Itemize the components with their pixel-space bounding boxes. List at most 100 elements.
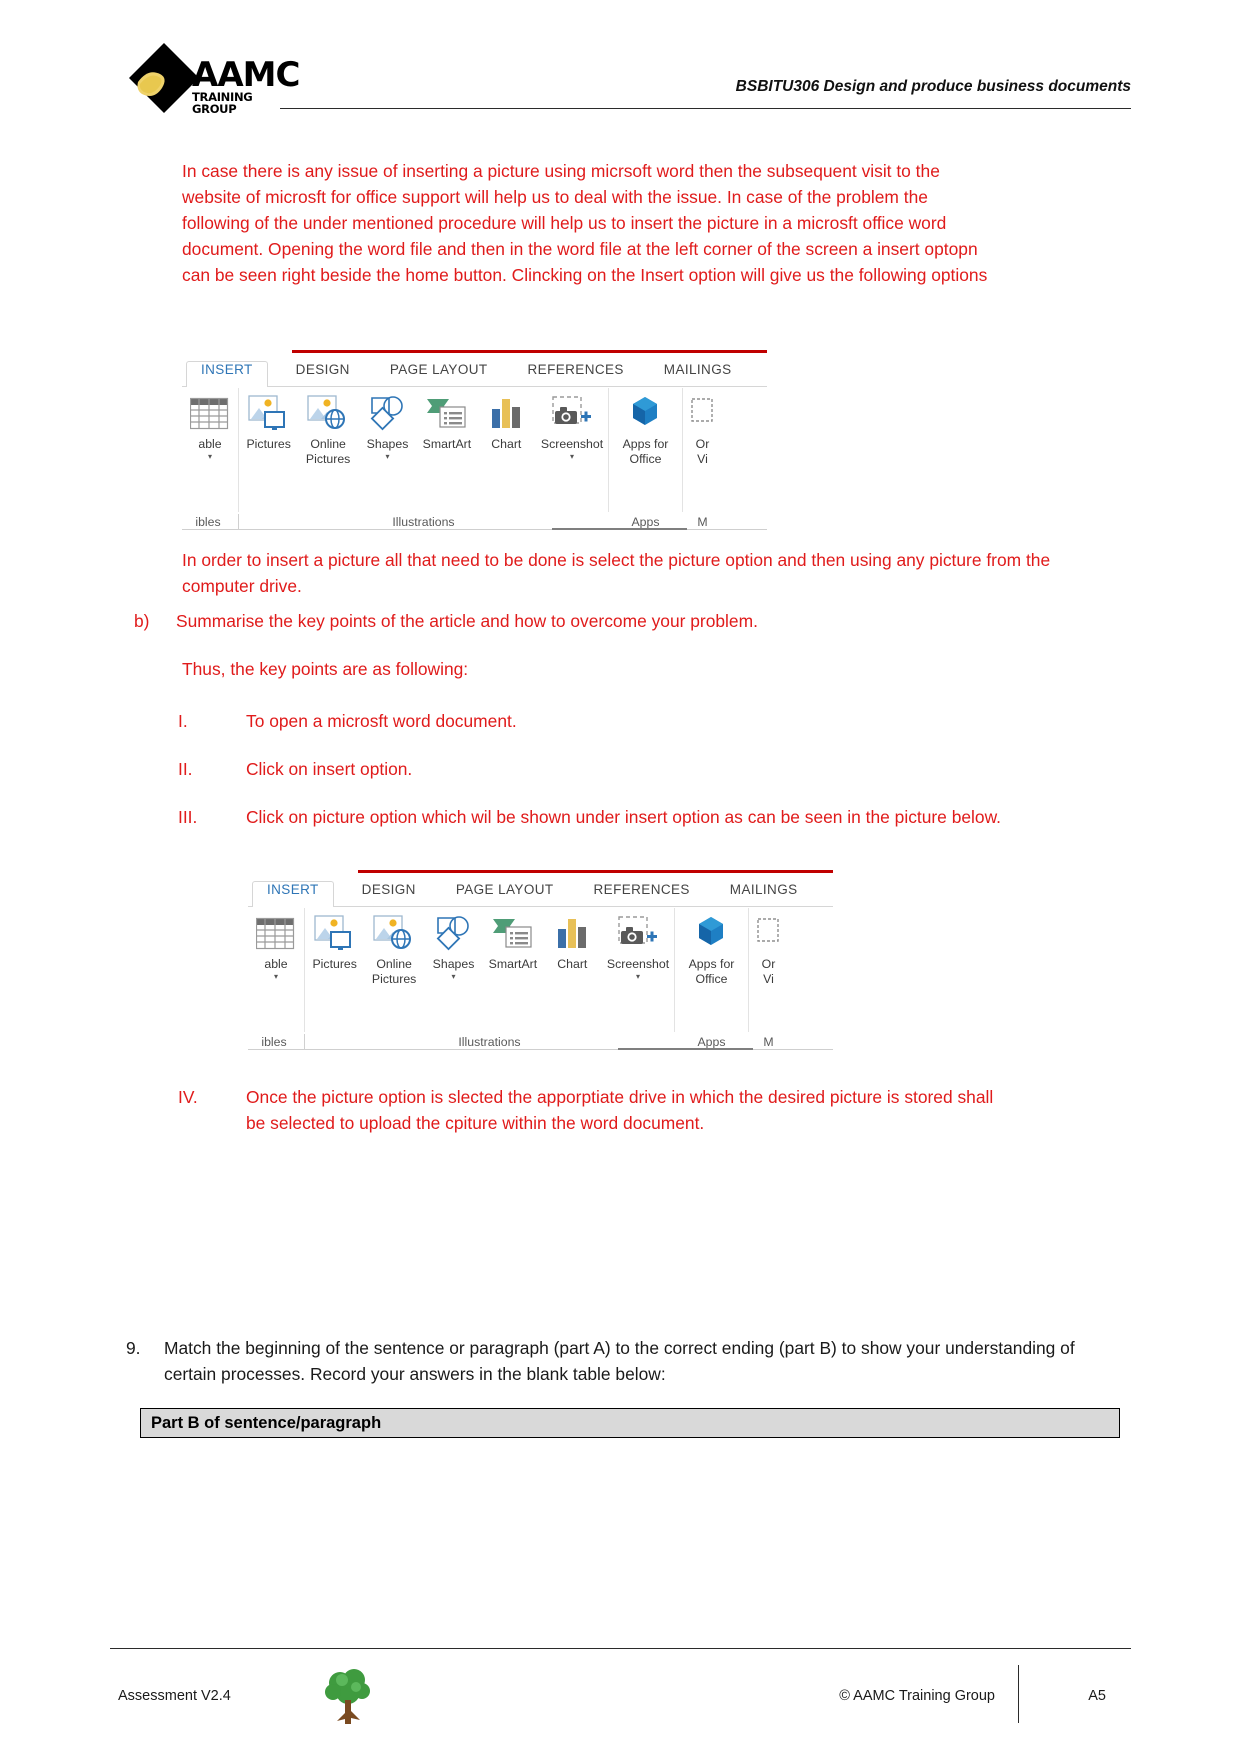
- ribbon-button-chart[interactable]: Chart: [477, 388, 536, 512]
- question-text: Match the beginning of the sentence or p…: [164, 1338, 1075, 1384]
- chevron-down-icon[interactable]: ▾: [274, 973, 278, 981]
- tab-design[interactable]: DESIGN: [282, 362, 364, 386]
- pictures-icon: [314, 913, 356, 955]
- ribbon-button-label: Chart: [491, 437, 522, 451]
- ribbon-tab-bar: INSERT DESIGN PAGE LAYOUT REFERENCES MAI…: [182, 353, 767, 387]
- chevron-down-icon[interactable]: ▾: [208, 453, 212, 461]
- diamond-logo-icon: [129, 43, 199, 113]
- list-item-text: To open a microsft word document.: [246, 711, 517, 731]
- ribbon-button-screenshot[interactable]: Screenshot ▾: [602, 908, 674, 1032]
- ribbon-group-label-apps: Apps: [631, 515, 660, 529]
- ribbon-group-media: Or Vi M: [682, 388, 722, 529]
- ribbon-command-area: able ▾ ibles Pictures Online Pictures Sh…: [182, 388, 767, 529]
- tab-mailings[interactable]: MAILINGS: [716, 882, 812, 906]
- tab-page-layout[interactable]: PAGE LAYOUT: [442, 882, 568, 906]
- smartart-icon: [491, 913, 535, 955]
- list-marker: b): [134, 611, 150, 631]
- ribbon-button-online-video[interactable]: Or Vi: [683, 388, 722, 512]
- question-9: 9. Match the beginning of the sentence o…: [126, 1335, 1126, 1387]
- ribbon-expand-arrow[interactable]: [623, 1049, 637, 1050]
- tab-references[interactable]: REFERENCES: [580, 882, 704, 906]
- ribbon-group-label-media: M: [697, 515, 708, 529]
- ribbon-button-table[interactable]: able ▾: [182, 388, 238, 512]
- list-item-roman-3: III. Click on picture option which wil b…: [178, 804, 1068, 830]
- ribbon-button-chart[interactable]: Chart: [543, 908, 602, 1032]
- list-item-text: Summarise the key points of the article …: [176, 611, 758, 631]
- online-video-icon: [690, 393, 716, 435]
- ribbon-button-label: able: [264, 957, 288, 971]
- ribbon-group-tables: able ▾ ibles: [182, 388, 238, 529]
- logo-wordmark: AAMC TRAINING GROUP: [192, 58, 300, 115]
- ribbon-button-apps-for-office[interactable]: Apps for Office: [675, 908, 748, 1032]
- ribbon-active-underline: [618, 1048, 753, 1050]
- ribbon-group-label-tables: ibles: [261, 1035, 287, 1049]
- shapes-icon: [433, 913, 475, 955]
- shapes-icon: [367, 393, 409, 435]
- list-marker: I.: [178, 711, 188, 731]
- tab-page-layout[interactable]: PAGE LAYOUT: [376, 362, 502, 386]
- chart-icon: [487, 393, 525, 435]
- header-title: BSBITU306 Design and produce business do…: [735, 78, 1131, 95]
- chevron-down-icon[interactable]: ▾: [570, 453, 574, 461]
- ribbon-divider: [238, 514, 239, 530]
- ribbon-group-apps: Apps for Office Apps: [608, 388, 682, 529]
- apps-for-office-icon: [626, 393, 666, 435]
- ribbon-group-label-apps: Apps: [697, 1035, 726, 1049]
- ribbon-button-online-pictures[interactable]: Online Pictures: [298, 388, 357, 512]
- table-icon: [256, 913, 296, 955]
- list-item-b: b) Summarise the key points of the artic…: [134, 608, 1124, 634]
- list-item-roman-2: II. Click on insert option.: [178, 756, 1078, 782]
- tab-insert[interactable]: INSERT: [252, 881, 334, 907]
- word-ribbon-screenshot-2: INSERT DESIGN PAGE LAYOUT REFERENCES MAI…: [248, 870, 833, 1050]
- ribbon-expand-arrow[interactable]: [557, 529, 571, 530]
- list-item-text: Click on insert option.: [246, 759, 413, 779]
- ribbon-button-smartart[interactable]: SmartArt: [483, 908, 542, 1032]
- question-marker: 9.: [126, 1338, 141, 1358]
- online-video-icon: [756, 913, 782, 955]
- chevron-down-icon[interactable]: ▾: [452, 973, 456, 981]
- ribbon-button-table[interactable]: able ▾: [248, 908, 304, 1032]
- ribbon-button-label: Apps for Office: [688, 957, 735, 986]
- ribbon-button-online-pictures[interactable]: Online Pictures: [364, 908, 423, 1032]
- ribbon-button-shapes[interactable]: Shapes ▾: [424, 908, 483, 1032]
- footer-copyright: © AAMC Training Group: [839, 1688, 995, 1704]
- ribbon-divider: [304, 1034, 305, 1050]
- ribbon-group-tables: able ▾ ibles: [248, 908, 304, 1049]
- ribbon-button-label: able: [198, 437, 222, 451]
- ribbon-button-label: Online Pictures: [305, 437, 351, 466]
- thus-line: Thus, the key points are as following:: [182, 659, 469, 679]
- tab-design[interactable]: DESIGN: [348, 882, 430, 906]
- chevron-down-icon[interactable]: ▾: [386, 453, 390, 461]
- ribbon-button-online-video[interactable]: Or Vi: [749, 908, 788, 1032]
- ribbon-button-label: Screenshot: [540, 437, 604, 451]
- tab-mailings[interactable]: MAILINGS: [650, 362, 746, 386]
- ribbon-button-shapes[interactable]: Shapes ▾: [358, 388, 417, 512]
- ribbon-button-pictures[interactable]: Pictures: [305, 908, 364, 1032]
- list-marker: IV.: [178, 1087, 198, 1107]
- chevron-down-icon[interactable]: ▾: [636, 973, 640, 981]
- list-marker: II.: [178, 759, 193, 779]
- aamc-logo: AAMC TRAINING GROUP: [110, 40, 300, 120]
- after-ribbon-paragraph: In order to insert a picture all that ne…: [182, 550, 1051, 596]
- page-header: AAMC TRAINING GROUP BSBITU306 Design and…: [110, 40, 1131, 120]
- ribbon-button-label: SmartArt: [422, 437, 472, 451]
- ribbon-button-pictures[interactable]: Pictures: [239, 388, 298, 512]
- ribbon-button-smartart[interactable]: SmartArt: [417, 388, 476, 512]
- intro-paragraph: In case there is any issue of inserting …: [182, 161, 988, 285]
- tab-insert[interactable]: INSERT: [186, 361, 268, 387]
- ribbon-button-screenshot[interactable]: Screenshot ▾: [536, 388, 608, 512]
- ribbon-button-label: Shapes: [366, 437, 409, 451]
- ribbon-button-label: Pictures: [246, 437, 291, 451]
- ribbon-button-apps-for-office[interactable]: Apps for Office: [609, 388, 682, 512]
- ribbon-tab-bar: INSERT DESIGN PAGE LAYOUT REFERENCES MAI…: [248, 873, 833, 907]
- tab-references[interactable]: REFERENCES: [514, 362, 638, 386]
- pictures-icon: [248, 393, 290, 435]
- footer-page-number: A5: [1088, 1688, 1106, 1704]
- page-footer: Assessment V2.4 © AAMC Training Group A5: [110, 1655, 1131, 1725]
- screenshot-icon: [616, 913, 660, 955]
- list-item-text: Click on picture option which wil be sho…: [246, 807, 1001, 827]
- ribbon-button-label: Or Vi: [761, 957, 776, 986]
- logo-main-text: AAMC: [192, 55, 300, 95]
- list-item-roman-4: IV. Once the picture option is slected t…: [178, 1084, 1008, 1136]
- header-divider: [280, 108, 1131, 109]
